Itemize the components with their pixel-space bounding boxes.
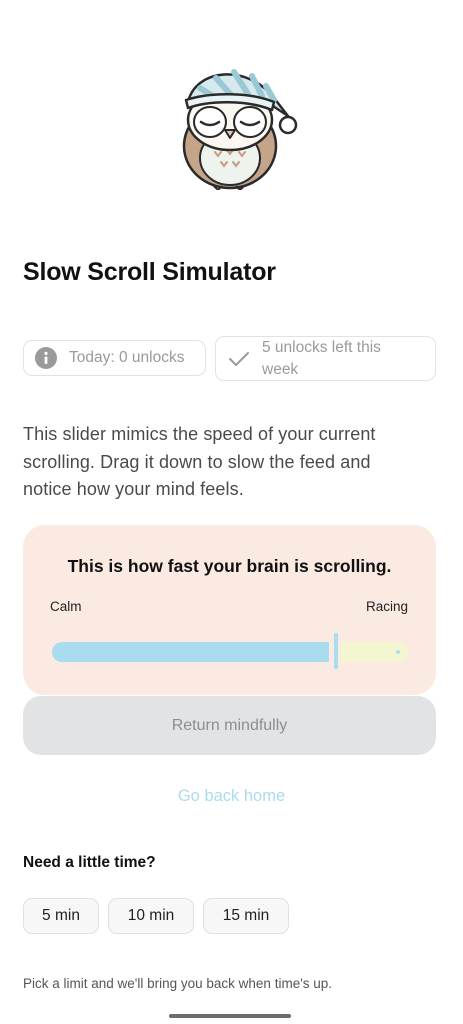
info-icon	[35, 347, 57, 369]
racing-label: Racing	[365, 599, 408, 614]
time-option-5-min[interactable]: 5 min	[23, 898, 99, 934]
scroll-speed-heading: This is how fast your brain is scrolling…	[67, 556, 392, 576]
sleeping-owl-icon	[170, 58, 300, 192]
time-option-15-min[interactable]: 15 min	[203, 898, 289, 934]
time-limit-title: Need a little time?	[23, 854, 156, 871]
week-unlocks-label: 5 unlocks left this week	[262, 338, 381, 378]
slider-thumb[interactable]	[334, 633, 338, 669]
check-icon	[228, 350, 250, 368]
go-back-home-link[interactable]: Go back home	[0, 787, 463, 806]
page-title: Slow Scroll Simulator	[23, 258, 276, 286]
calm-label: Calm	[50, 599, 82, 614]
slider-fill	[52, 642, 329, 662]
home-indicator[interactable]	[169, 1014, 291, 1018]
return-mindfully-button[interactable]: Return mindfully	[23, 696, 436, 755]
today-unlocks-label: Today: 0 unlocks	[69, 349, 185, 366]
scroll-speed-slider[interactable]	[52, 633, 408, 669]
time-option-10-min[interactable]: 10 min	[108, 898, 194, 934]
scroll-speed-card: This is how fast your brain is scrolling…	[23, 525, 436, 695]
today-unlocks-chip: Today: 0 unlocks	[23, 340, 206, 376]
week-unlocks-chip: 5 unlocks left this week	[215, 336, 436, 381]
simulator-description: This slider mimics the speed of your cur…	[23, 424, 376, 499]
time-limit-hint: Pick a limit and we'll bring you back wh…	[23, 976, 333, 991]
slider-end-dot	[396, 650, 400, 654]
